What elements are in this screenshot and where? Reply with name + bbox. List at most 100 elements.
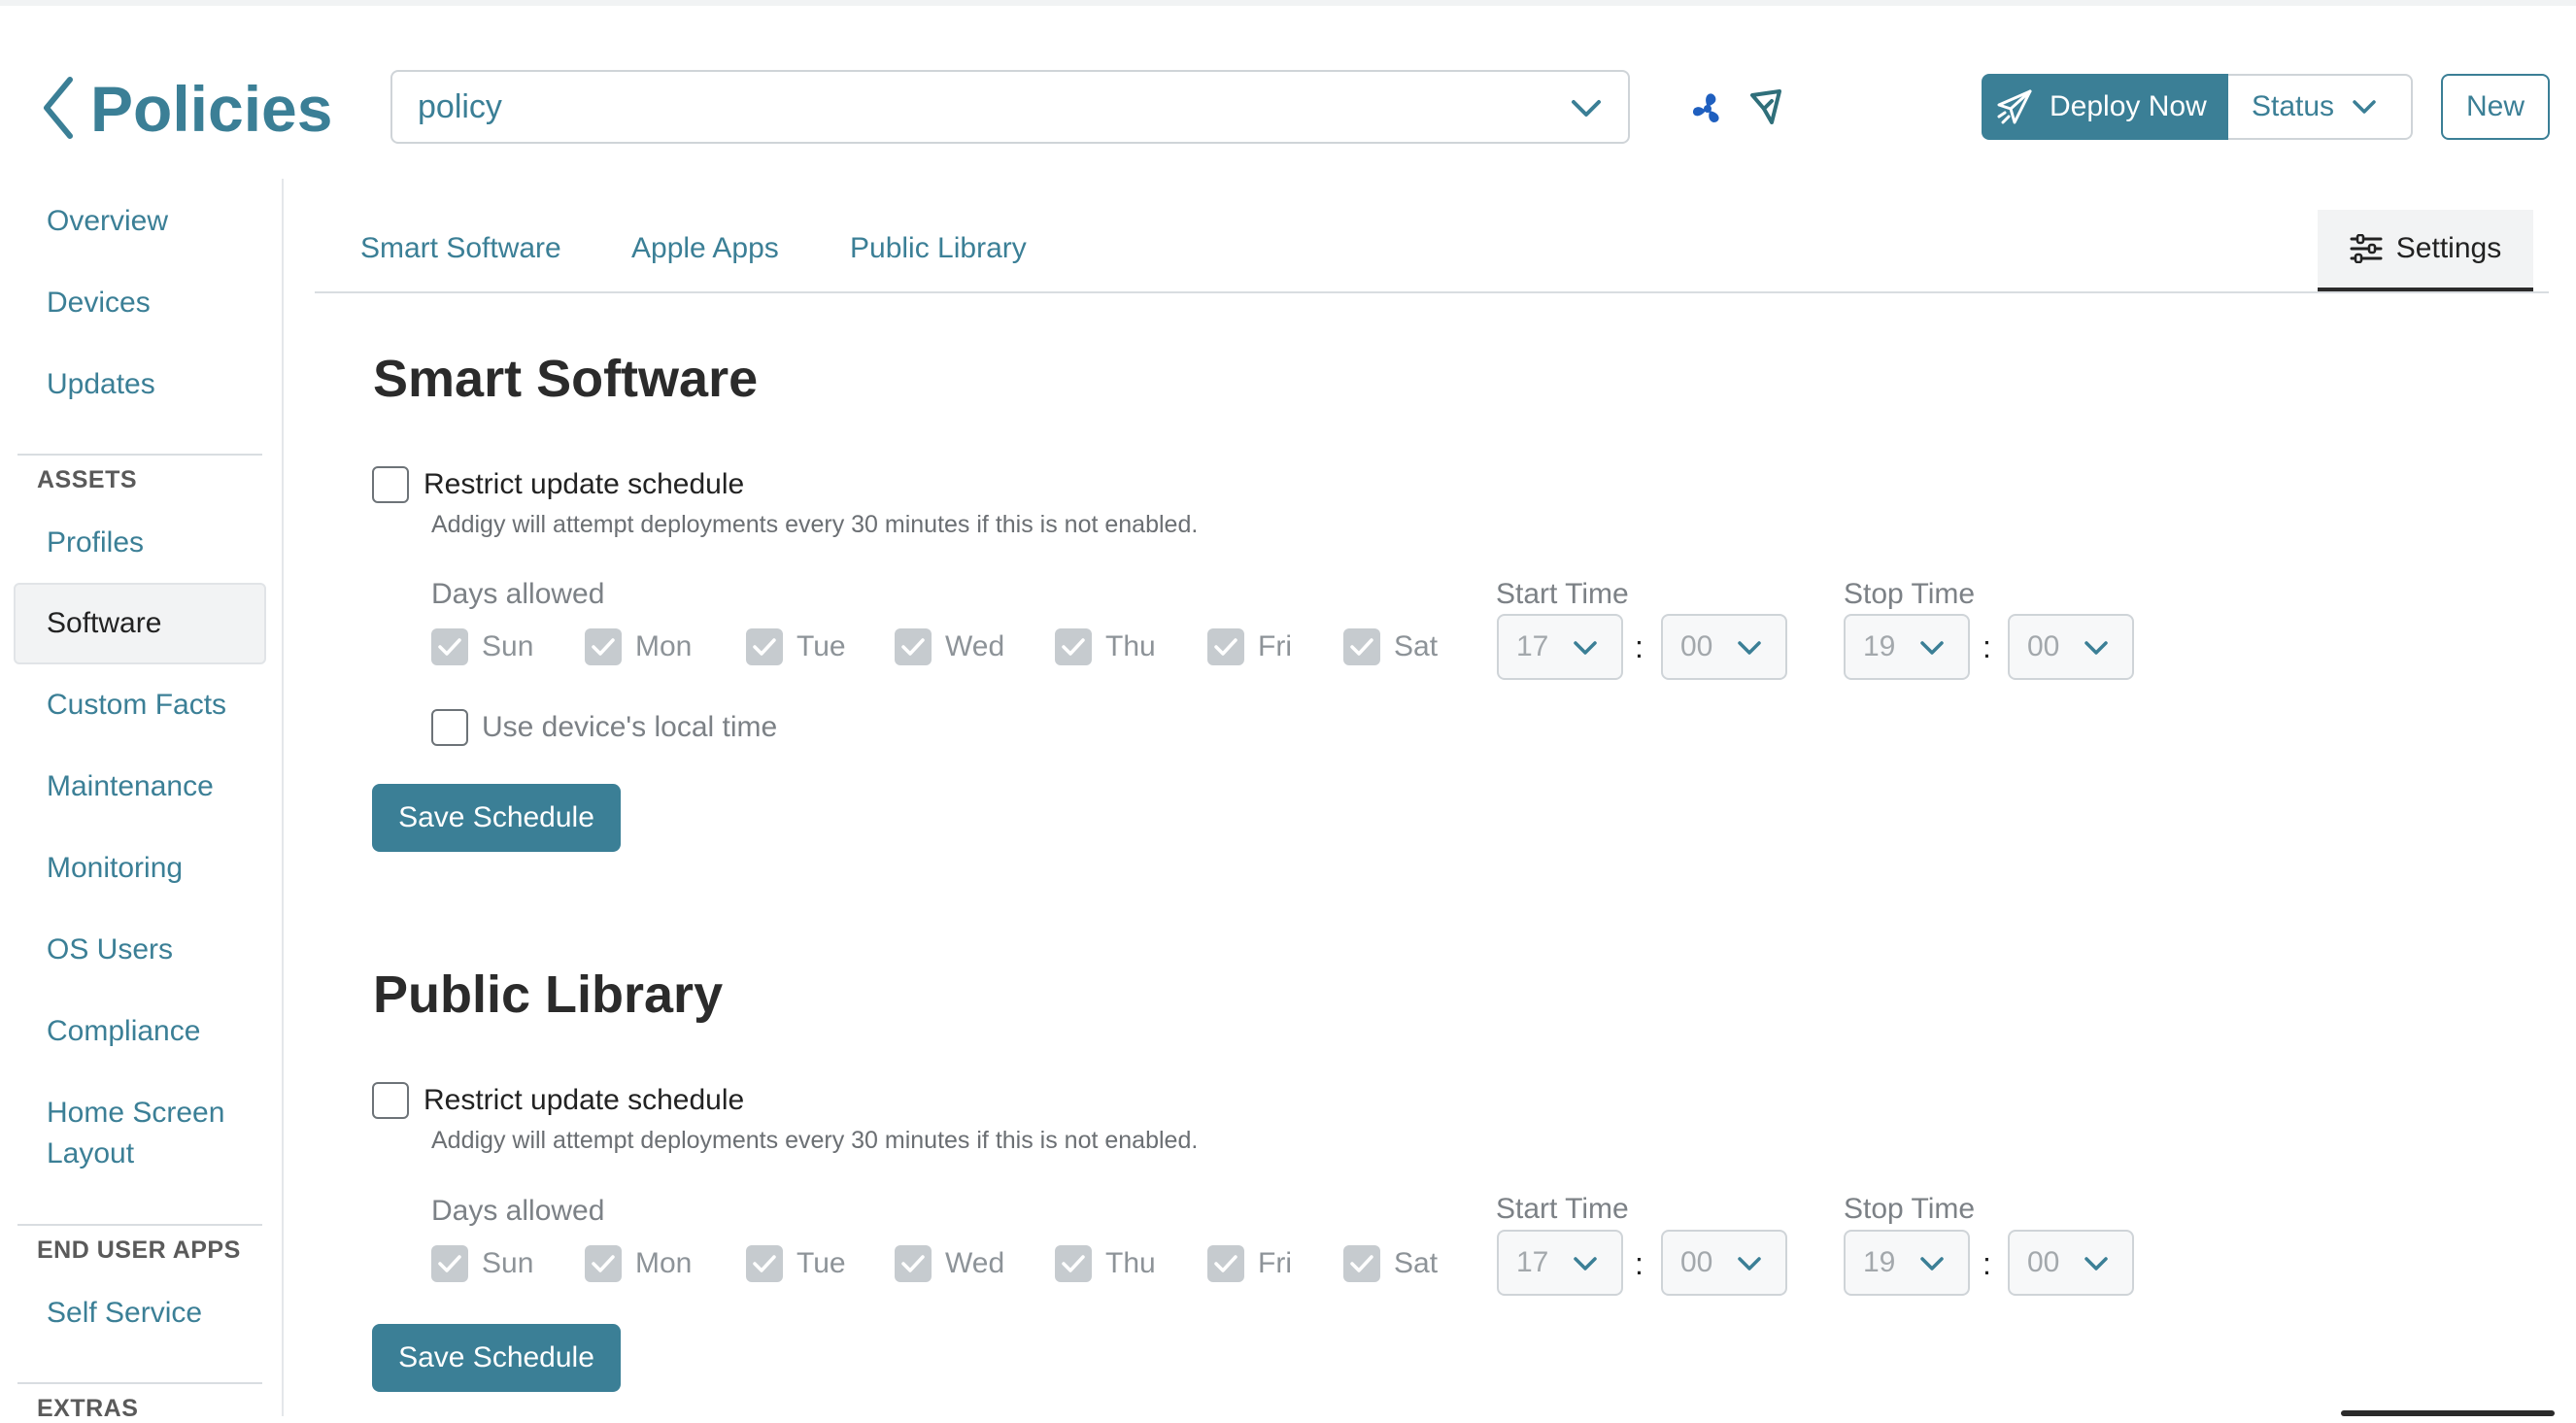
sidebar-item-profiles[interactable]: Profiles — [14, 523, 266, 563]
tabs-divider — [315, 291, 2549, 293]
check-icon — [1350, 1255, 1373, 1272]
day-checkbox-fri[interactable]: Fri — [1207, 627, 1292, 666]
start-minute-value: 00 — [1680, 630, 1713, 662]
day-checkbox-mon[interactable]: Mon — [585, 1244, 692, 1283]
day-checkbox-wed[interactable]: Wed — [895, 627, 1004, 666]
stop-hour-value: 19 — [1863, 1246, 1896, 1278]
tab-apple-apps[interactable]: Apple Apps — [631, 229, 779, 268]
stop-minute-value: 00 — [2027, 630, 2060, 662]
day-checkbox-tue[interactable]: Tue — [746, 1244, 846, 1283]
sidebar-item-devices[interactable]: Devices — [14, 283, 266, 323]
day-label: Thu — [1105, 1247, 1156, 1279]
start-hour-value: 17 — [1516, 630, 1549, 662]
check-icon — [438, 638, 461, 656]
time-separator: : — [1635, 1246, 1644, 1281]
section-title-smart-software: Smart Software — [373, 350, 759, 408]
scroll-indicator — [2341, 1410, 2555, 1416]
sidebar-item-self-service[interactable]: Self Service — [14, 1293, 266, 1334]
check-icon — [1214, 1255, 1237, 1272]
sidebar-item-overview[interactable]: Overview — [14, 201, 266, 242]
stop-minute-select[interactable]: 00 — [2008, 614, 2134, 680]
check-icon — [1062, 1255, 1085, 1272]
chevron-down-icon — [1738, 1257, 1761, 1271]
deploy-now-button[interactable]: Deploy Now — [1982, 74, 2228, 140]
check-icon — [592, 1255, 615, 1272]
stop-hour-select[interactable]: 19 — [1844, 1230, 1970, 1296]
day-label: Sat — [1394, 1247, 1439, 1279]
sidebar-item-software[interactable]: Software — [14, 583, 266, 664]
chevron-down-icon — [1738, 641, 1761, 655]
chevron-down-icon — [1572, 100, 1601, 117]
deploy-now-label: Deploy Now — [2050, 90, 2207, 122]
restrict-schedule-checkbox[interactable] — [372, 1082, 409, 1119]
policy-select[interactable]: policy — [390, 70, 1630, 144]
stop-minute-value: 00 — [2027, 1246, 2060, 1278]
tab-settings[interactable]: Settings — [2318, 210, 2533, 291]
start-hour-select[interactable]: 17 — [1497, 1230, 1623, 1296]
day-checkbox-fri[interactable]: Fri — [1207, 1244, 1292, 1283]
section-title-public-library: Public Library — [373, 966, 724, 1024]
save-schedule-button[interactable]: Save Schedule — [372, 1324, 621, 1392]
chevron-down-icon — [2085, 641, 2108, 655]
sliders-icon — [2350, 234, 2383, 263]
restrict-schedule-label: Restrict update schedule — [424, 468, 745, 500]
stop-minute-select[interactable]: 00 — [2008, 1230, 2134, 1296]
local-time-checkbox[interactable] — [431, 709, 468, 746]
paper-plane-icon — [1997, 89, 2032, 124]
new-button[interactable]: New — [2441, 74, 2550, 140]
sidebar-item-maintenance[interactable]: Maintenance — [14, 766, 266, 807]
restrict-schedule-checkbox[interactable] — [372, 466, 409, 503]
sidebar-divider — [17, 1224, 262, 1226]
restrict-schedule-hint: Addigy will attempt deployments every 30… — [431, 1127, 1199, 1154]
chevron-left-icon[interactable] — [39, 76, 78, 140]
check-icon — [753, 638, 776, 656]
fan-icon[interactable] — [1688, 87, 1727, 126]
day-checkbox-tue[interactable]: Tue — [746, 627, 846, 666]
settings-tab-label: Settings — [2395, 232, 2502, 264]
stop-hour-select[interactable]: 19 — [1844, 614, 1970, 680]
day-checkbox-sat[interactable]: Sat — [1343, 1244, 1438, 1283]
day-checkbox-sat[interactable]: Sat — [1343, 627, 1438, 666]
chevron-down-icon — [2353, 100, 2376, 114]
status-label: Status — [2252, 90, 2335, 122]
sidebar-item-custom-facts[interactable]: Custom Facts — [14, 685, 266, 726]
tab-public-library[interactable]: Public Library — [850, 229, 1027, 268]
sidebar-item-os-users[interactable]: OS Users — [14, 930, 266, 970]
page-title: Policies — [90, 73, 333, 145]
save-schedule-button[interactable]: Save Schedule — [372, 784, 621, 852]
sidebar-item-updates[interactable]: Updates — [14, 364, 266, 405]
status-dropdown[interactable]: Status — [2228, 74, 2413, 140]
day-checkbox-thu[interactable]: Thu — [1055, 627, 1156, 666]
day-label: Thu — [1105, 630, 1156, 662]
top-bar-line — [0, 0, 2576, 6]
start-hour-select[interactable]: 17 — [1497, 614, 1623, 680]
restrict-schedule-hint: Addigy will attempt deployments every 30… — [431, 511, 1199, 538]
check-icon — [901, 1255, 925, 1272]
day-label: Sun — [482, 630, 534, 662]
check-icon — [901, 638, 925, 656]
sidebar-item-compliance[interactable]: Compliance — [14, 1011, 266, 1052]
sidebar-item-monitoring[interactable]: Monitoring — [14, 848, 266, 889]
chevron-down-icon — [1920, 641, 1944, 655]
day-checkbox-thu[interactable]: Thu — [1055, 1244, 1156, 1283]
start-time-label: Start Time — [1496, 1193, 1629, 1225]
day-checkbox-sun[interactable]: Sun — [431, 1244, 533, 1283]
day-checkbox-wed[interactable]: Wed — [895, 1244, 1004, 1283]
days-allowed-label: Days allowed — [431, 1195, 605, 1227]
tab-smart-software[interactable]: Smart Software — [360, 229, 561, 268]
start-time-label: Start Time — [1496, 578, 1629, 610]
sidebar-heading-end-user-apps: END USER APPS — [37, 1237, 241, 1264]
start-minute-select[interactable]: 00 — [1661, 1230, 1787, 1296]
sidebar-heading-assets: ASSETS — [37, 466, 138, 493]
sidebar-item-home-screen-layout[interactable]: Home Screen Layout — [14, 1093, 237, 1174]
start-minute-select[interactable]: 00 — [1661, 614, 1787, 680]
local-time-label: Use device's local time — [482, 711, 778, 743]
day-checkbox-sun[interactable]: Sun — [431, 627, 533, 666]
day-label: Wed — [945, 1247, 1005, 1279]
day-label: Sun — [482, 1247, 534, 1279]
day-checkbox-mon[interactable]: Mon — [585, 627, 692, 666]
policy-select-value: policy — [418, 88, 502, 125]
start-minute-value: 00 — [1680, 1246, 1713, 1278]
chevron-down-icon — [1574, 641, 1597, 655]
map-pin-icon[interactable] — [1746, 87, 1785, 126]
